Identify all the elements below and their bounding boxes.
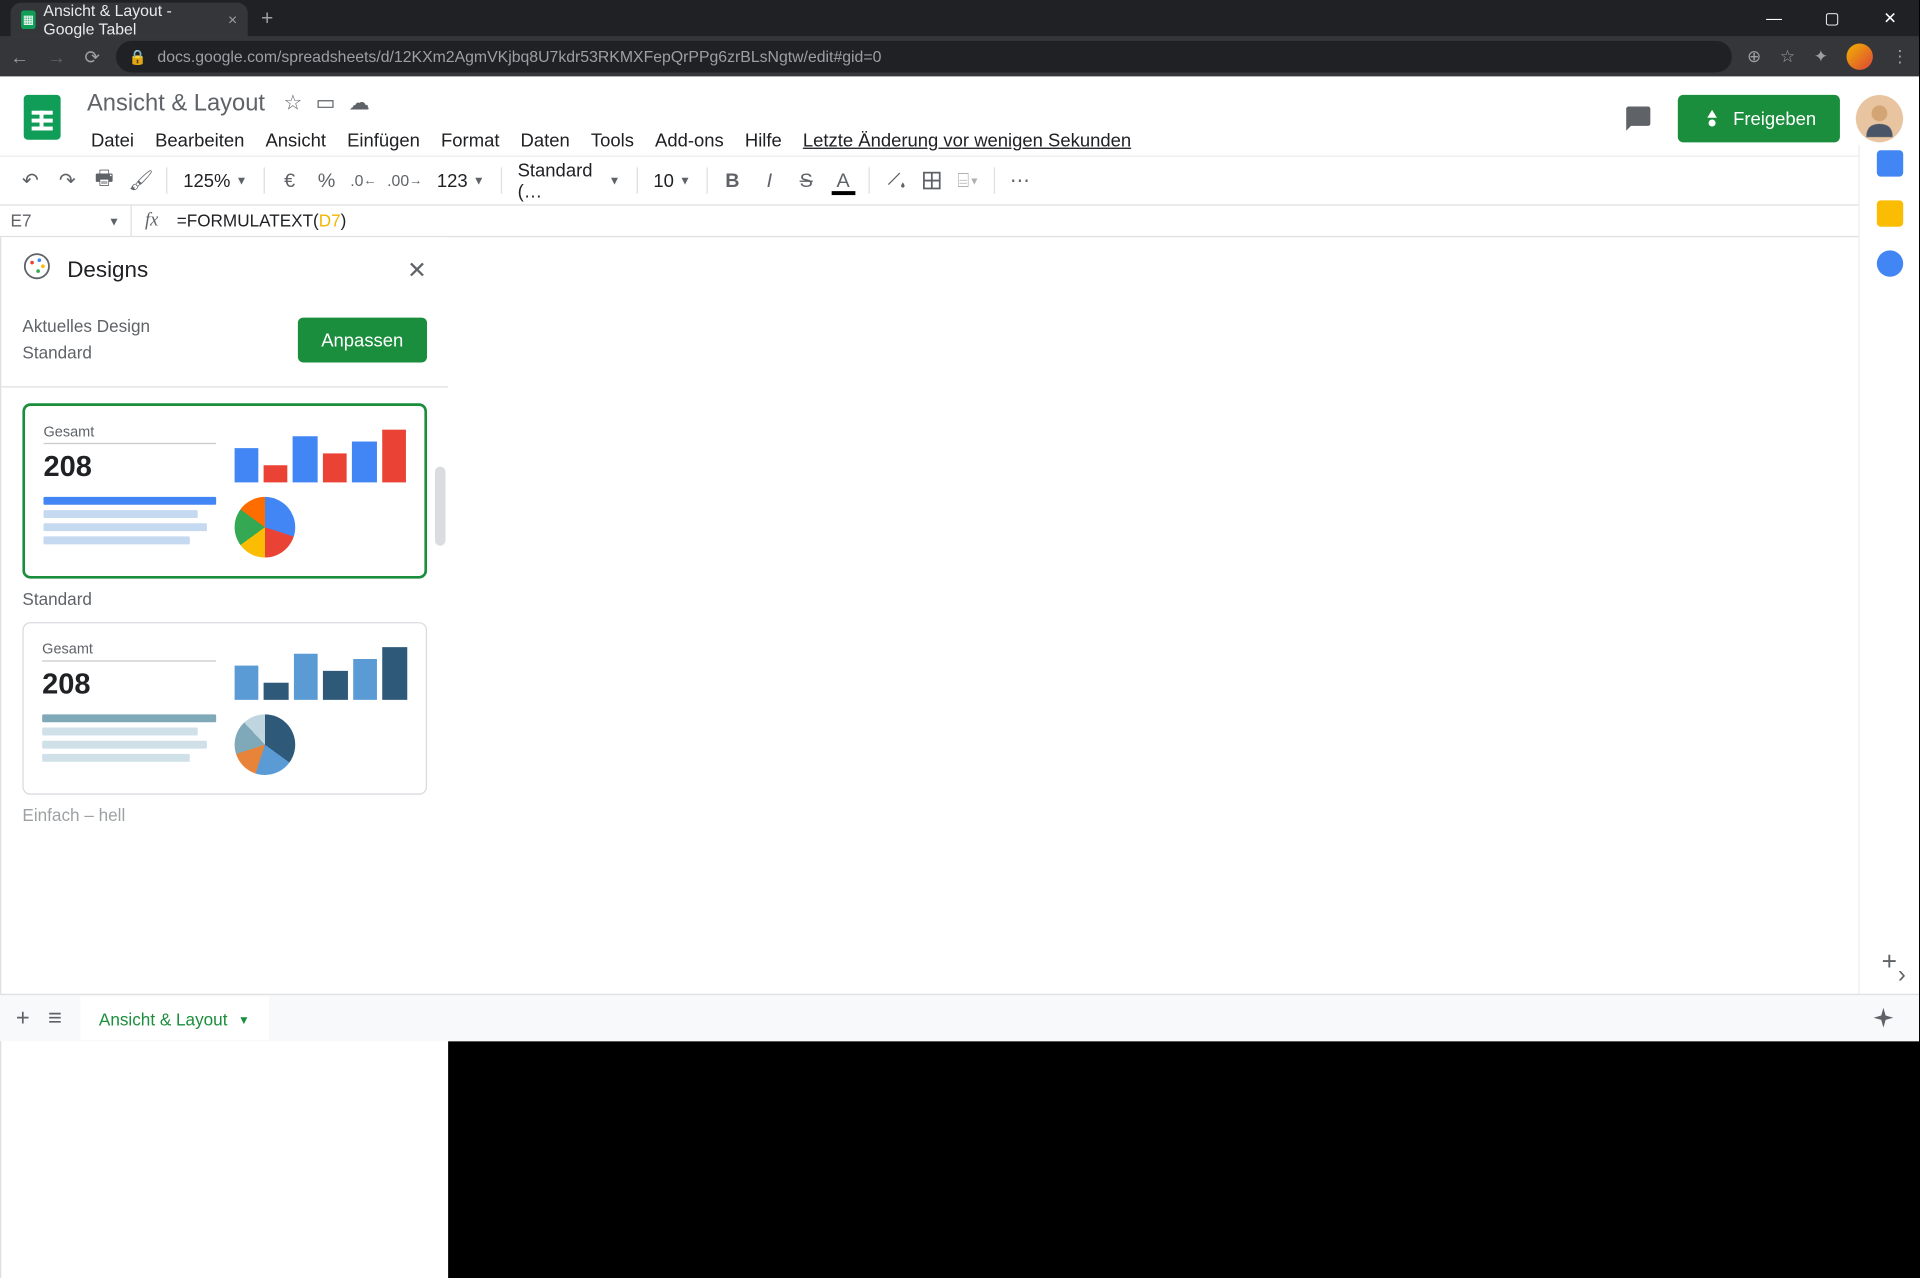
italic-icon[interactable]: I — [752, 163, 786, 197]
formula-bar: E7 ▼ fx =FORMULATEXT(D7) — [0, 206, 1919, 238]
lock-icon: 🔒 — [129, 48, 147, 65]
pie-chart-preview-icon — [234, 714, 295, 775]
decrease-decimal-button[interactable]: .0← — [346, 163, 380, 197]
sheets-logo-icon[interactable] — [16, 90, 69, 143]
current-design-label: Aktuelles Design — [22, 314, 150, 340]
last-edit-link[interactable]: Letzte Änderung vor wenigen Sekunden — [794, 124, 1141, 156]
fx-icon: fx — [132, 210, 172, 231]
name-box[interactable]: E7 ▼ — [0, 206, 132, 236]
star-icon[interactable]: ☆ — [283, 90, 302, 116]
add-addon-icon[interactable]: + — [1882, 948, 1897, 978]
tab-title: Ansicht & Layout - Google Tabel — [43, 1, 220, 38]
sheets-favicon: ▦ — [21, 11, 35, 29]
browser-profile-avatar[interactable] — [1847, 43, 1873, 69]
sheet-tab-bar: + ≡ Ansicht & Layout ▼ — [0, 994, 1919, 1041]
new-tab-button[interactable]: + — [248, 3, 287, 37]
sheet-tab-active[interactable]: Ansicht & Layout ▼ — [80, 996, 268, 1039]
browser-toolbar: ← → ⟳ 🔒 docs.google.com/spreadsheets/d/1… — [0, 37, 1919, 77]
menu-view[interactable]: Ansicht — [256, 124, 335, 156]
menu-addons[interactable]: Add-ons — [646, 124, 733, 156]
menu-edit[interactable]: Bearbeiten — [146, 124, 254, 156]
bar-chart-preview-icon — [234, 642, 407, 700]
browser-tabbar: ▦ Ansicht & Layout - Google Tabel × + — … — [0, 0, 1919, 37]
increase-decimal-button[interactable]: .00→ — [383, 163, 426, 197]
number-format-select[interactable]: 123▼ — [429, 170, 493, 191]
right-sidebar: + — [1858, 145, 1919, 994]
font-size-select[interactable]: 10▼ — [645, 170, 698, 191]
menu-bar: Datei Bearbeiten Ansicht Einfügen Format… — [82, 124, 1602, 156]
current-design-value: Standard — [22, 339, 150, 365]
share-label: Freigeben — [1733, 108, 1816, 129]
menu-data[interactable]: Daten — [511, 124, 579, 156]
minimize-icon[interactable]: — — [1745, 0, 1803, 37]
currency-button[interactable]: € — [272, 163, 306, 197]
menu-help[interactable]: Hilfe — [736, 124, 791, 156]
move-icon[interactable]: ▭ — [316, 90, 336, 116]
explore-button[interactable] — [1864, 998, 1904, 1038]
address-bar[interactable]: 🔒 docs.google.com/spreadsheets/d/12KXm2A… — [116, 41, 1732, 73]
fill-color-icon[interactable] — [877, 163, 911, 197]
text-color-icon[interactable]: A — [826, 163, 860, 197]
palette-icon — [22, 252, 51, 289]
browser-tab[interactable]: ▦ Ansicht & Layout - Google Tabel × — [11, 3, 248, 37]
pie-chart-preview-icon — [234, 497, 295, 558]
user-avatar[interactable] — [1856, 95, 1903, 142]
formula-input[interactable]: =FORMULATEXT(D7) — [171, 210, 1919, 231]
customize-button[interactable]: Anpassen — [297, 317, 427, 362]
collapse-sidebar-icon[interactable]: › — [1898, 961, 1906, 989]
more-icon[interactable]: ⋯ — [1003, 163, 1037, 197]
reload-icon[interactable]: ⟳ — [84, 45, 99, 67]
theme-card-standard[interactable]: Gesamt 208 — [22, 403, 427, 578]
close-panel-icon[interactable]: ✕ — [407, 256, 427, 284]
zoom-icon[interactable]: ⊕ — [1747, 46, 1761, 67]
document-title[interactable]: Ansicht & Layout — [82, 86, 271, 119]
calendar-addon-icon[interactable] — [1876, 150, 1902, 176]
undo-icon[interactable]: ↶ — [13, 163, 47, 197]
close-window-icon[interactable]: ✕ — [1861, 0, 1919, 37]
bar-chart-preview-icon — [234, 424, 406, 482]
redo-icon[interactable]: ↷ — [50, 163, 84, 197]
menu-format[interactable]: Format — [432, 124, 509, 156]
cloud-status-icon[interactable]: ☁ — [349, 90, 370, 116]
theme-name-standard: Standard — [22, 589, 427, 609]
url-text: docs.google.com/spreadsheets/d/12KXm2Agm… — [157, 47, 881, 65]
comments-button[interactable] — [1614, 95, 1661, 142]
menu-insert[interactable]: Einfügen — [338, 124, 429, 156]
browser-menu-icon[interactable]: ⋮ — [1891, 46, 1908, 67]
keep-addon-icon[interactable] — [1876, 200, 1902, 226]
window-controls: — ▢ ✕ — [1745, 0, 1919, 37]
table-preview-icon — [43, 497, 215, 558]
close-tab-icon[interactable]: × — [228, 11, 237, 29]
panel-title: Designs — [67, 257, 391, 283]
back-icon[interactable]: ← — [11, 45, 29, 67]
borders-icon[interactable] — [914, 163, 948, 197]
extensions-icon[interactable]: ✦ — [1814, 46, 1828, 67]
bold-icon[interactable]: B — [715, 163, 749, 197]
font-select[interactable]: Standard (…▼ — [510, 159, 629, 201]
all-sheets-icon[interactable]: ≡ — [48, 1004, 62, 1032]
toolbar: ↶ ↷ 🖶 🖌 125%▼ € % .0← .00→ 123▼ Standard… — [0, 156, 1919, 206]
sheet-tab-menu-icon[interactable]: ▼ — [238, 1013, 250, 1026]
forward-icon[interactable]: → — [47, 45, 65, 67]
docs-header: Ansicht & Layout ☆ ▭ ☁ Datei Bearbeiten … — [0, 76, 1919, 155]
strikethrough-icon[interactable]: S — [789, 163, 823, 197]
maximize-icon[interactable]: ▢ — [1803, 0, 1861, 37]
merge-cells-icon[interactable]: ⌸▼ — [951, 163, 985, 197]
theme-card-simple-light[interactable]: Gesamt 208 — [22, 622, 427, 795]
paint-format-icon[interactable]: 🖌 — [124, 163, 158, 197]
tasks-addon-icon[interactable] — [1876, 250, 1902, 276]
zoom-select[interactable]: 125%▼ — [175, 170, 255, 191]
table-preview-icon — [42, 714, 215, 775]
percent-button[interactable]: % — [309, 163, 343, 197]
share-button[interactable]: Freigeben — [1678, 95, 1840, 142]
theme-name-simple-light: Einfach – hell — [22, 805, 427, 825]
menu-file[interactable]: Datei — [82, 124, 144, 156]
designs-panel: Designs ✕ Aktuelles Design Standard Anpa… — [0, 237, 448, 1278]
panel-scrollbar[interactable] — [435, 467, 446, 546]
add-sheet-icon[interactable]: + — [16, 1004, 30, 1032]
menu-tools[interactable]: Tools — [582, 124, 644, 156]
bookmark-icon[interactable]: ☆ — [1780, 46, 1795, 67]
print-icon[interactable]: 🖶 — [87, 163, 121, 197]
